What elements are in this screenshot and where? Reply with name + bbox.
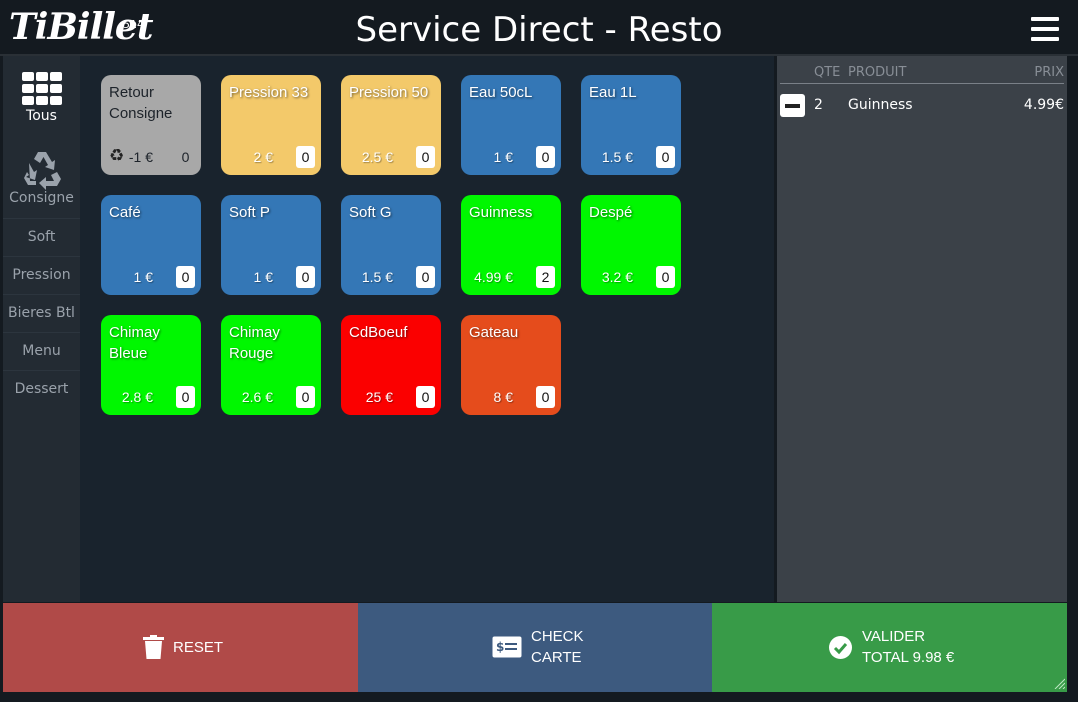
product-price: 4.99 € <box>474 269 513 285</box>
order-panel: QTE PRODUIT PRIX 2 Guinness 4.99€ <box>777 56 1067 602</box>
product-price: 1.5 € <box>601 149 633 165</box>
check-card-button[interactable]: $ CHECK CARTE <box>358 603 712 692</box>
product-tile-pression-33[interactable]: Pression 33 2 € 0 <box>221 75 321 175</box>
trash-icon <box>143 635 164 659</box>
order-line-product: Guinness <box>848 97 913 113</box>
validate-total: TOTAL 9.98 € <box>862 649 955 666</box>
product-name: Soft P <box>229 204 270 221</box>
product-tile-soft-g[interactable]: Soft G 1.5 € 0 <box>341 195 441 295</box>
product-tile-gateau[interactable]: Gateau 8 € 0 <box>461 315 561 415</box>
recycle-icon <box>23 152 61 190</box>
product-name: Pression 50 <box>349 84 429 101</box>
recycle-icon: ♻ <box>109 146 125 166</box>
order-line-qty: 2 <box>814 97 823 113</box>
product-price: 2 € <box>253 149 273 165</box>
product-tile-eau-1l[interactable]: Eau 1L 1.5 € 0 <box>581 75 681 175</box>
product-tile-soft-p[interactable]: Soft P 1 € 0 <box>221 195 321 295</box>
product-qty-badge: 0 <box>176 386 195 408</box>
product-qty-badge: 0 <box>416 266 435 288</box>
product-tile-eau-50cl[interactable]: Eau 50cL 1 € 0 <box>461 75 561 175</box>
category-tous-label: Tous <box>26 108 57 124</box>
product-name: Soft G <box>349 204 392 221</box>
product-name: Despé <box>589 204 633 221</box>
product-tile-cafe[interactable]: Café 1 € 0 <box>101 195 201 295</box>
header-bar: TiBillet 514 Service Direct - Resto <box>0 0 1078 56</box>
grid-icon <box>21 72 62 108</box>
product-price: 1 € <box>133 269 153 285</box>
check-circle-icon <box>829 635 852 659</box>
category-pression[interactable]: Pression <box>3 256 80 293</box>
product-price: 2.5 € <box>361 149 393 165</box>
product-name: Chimay Rouge <box>229 324 280 362</box>
product-qty-badge: 2 <box>536 266 555 288</box>
product-tile-despe[interactable]: Despé 3.2 € 0 <box>581 195 681 295</box>
check-label-line1: CHECK <box>531 628 584 645</box>
category-consigne-label: Consigne <box>9 190 74 206</box>
product-price: 3.2 € <box>601 269 633 285</box>
category-dessert[interactable]: Dessert <box>3 370 80 407</box>
order-line: 2 Guinness 4.99€ <box>780 92 1064 120</box>
reset-button[interactable]: RESET <box>3 603 358 692</box>
product-price: 1 € <box>493 149 513 165</box>
product-name: Guinness <box>469 204 533 221</box>
product-qty-badge: 0 <box>416 386 435 408</box>
product-price: -1 € <box>128 149 153 165</box>
product-tile-guinness[interactable]: Guinness 4.99 € 2 <box>461 195 561 295</box>
product-price: 2.8 € <box>121 389 153 405</box>
product-price: 25 € <box>365 389 393 405</box>
category-consigne[interactable]: Consigne <box>3 148 80 212</box>
product-price: 1 € <box>253 269 273 285</box>
validate-label-line1: VALIDER <box>862 628 926 645</box>
product-tile-retour-consigne[interactable]: Retour Consigne ♻ -1 € 0 <box>101 75 201 175</box>
order-line-price: 4.99€ <box>1023 97 1064 113</box>
category-sidebar: Tous Consigne Soft Pression Bieres Btl M… <box>3 56 80 602</box>
column-qty: QTE <box>814 65 841 80</box>
product-name: Chimay Bleue <box>109 324 160 362</box>
product-name: Eau 1L <box>589 84 637 101</box>
product-name: CdBoeuf <box>349 324 408 341</box>
product-tile-chimay-rouge[interactable]: Chimay Rouge 2.6 € 0 <box>221 315 321 415</box>
check-label-line2: CARTE <box>531 649 582 666</box>
product-name: Café <box>109 204 141 221</box>
product-tile-chimay-bleue[interactable]: Chimay Bleue 2.8 € 0 <box>101 315 201 415</box>
product-name: Eau 50cL <box>469 84 533 101</box>
product-price: 2.6 € <box>241 389 273 405</box>
category-soft[interactable]: Soft <box>3 218 80 255</box>
product-name: Pression 33 <box>229 84 309 101</box>
app-window: TiBillet 514 Service Direct - Resto Tous… <box>0 0 1078 702</box>
card-icon: $ <box>492 636 522 658</box>
product-qty-badge: 0 <box>296 266 315 288</box>
product-qty-badge: 0 <box>536 146 555 168</box>
product-name: Retour Consigne <box>109 84 173 122</box>
category-bieres-btl[interactable]: Bieres Btl <box>3 294 80 331</box>
product-qty-badge: 0 <box>176 266 195 288</box>
hamburger-menu-icon[interactable] <box>1031 16 1059 42</box>
product-qty-badge: 0 <box>296 146 315 168</box>
resize-grip-icon[interactable] <box>1053 677 1065 689</box>
product-price: 1.5 € <box>361 269 393 285</box>
product-price: 8 € <box>493 389 513 405</box>
svg-text:$: $ <box>496 640 504 654</box>
product-tile-pression-50[interactable]: Pression 50 2.5 € 0 <box>341 75 441 175</box>
product-grid: Retour Consigne ♻ -1 € 0 Pression 33 2 €… <box>80 56 774 602</box>
product-name: Gateau <box>469 324 519 341</box>
reset-label: RESET <box>173 638 224 656</box>
page-title: Service Direct - Resto <box>355 10 723 50</box>
product-qty-badge: 0 <box>656 266 675 288</box>
product-qty-badge: 0 <box>176 146 195 168</box>
product-qty-badge: 0 <box>416 146 435 168</box>
order-table-header: QTE PRODUIT PRIX <box>780 64 1064 84</box>
validate-button[interactable]: VALIDER TOTAL 9.98 € <box>712 603 1067 692</box>
product-qty-badge: 0 <box>656 146 675 168</box>
product-qty-badge: 0 <box>536 386 555 408</box>
category-menu[interactable]: Menu <box>3 332 80 369</box>
product-tile-cdboeuf[interactable]: CdBoeuf 25 € 0 <box>341 315 441 415</box>
column-price: PRIX <box>1034 65 1064 80</box>
product-qty-badge: 0 <box>296 386 315 408</box>
column-product: PRODUIT <box>848 65 907 80</box>
category-tous[interactable]: Tous <box>3 72 80 146</box>
remove-item-button[interactable] <box>780 94 805 117</box>
